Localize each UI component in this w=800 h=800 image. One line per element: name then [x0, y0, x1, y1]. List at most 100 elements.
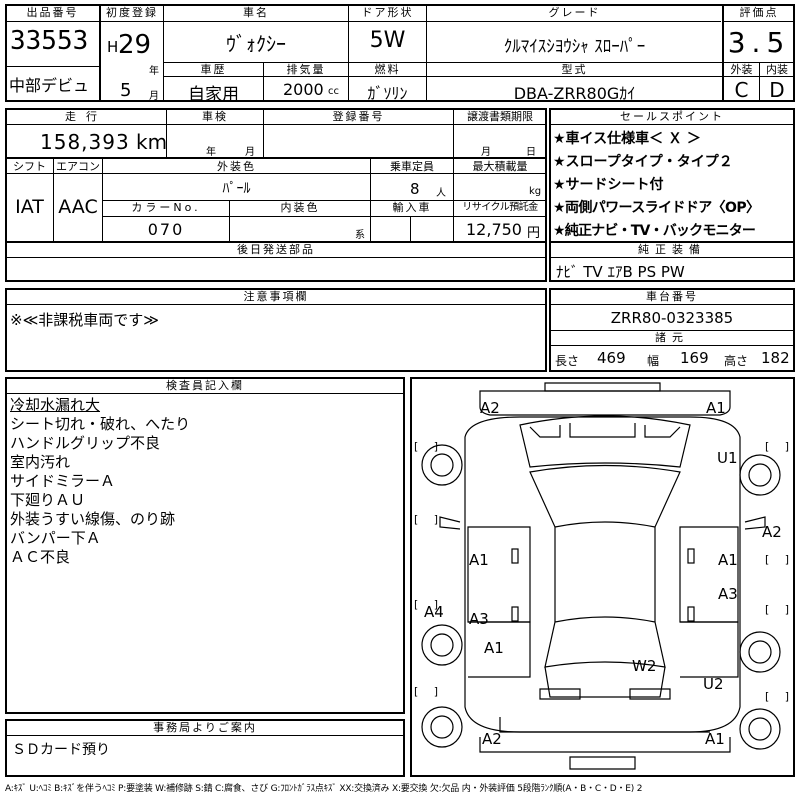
list-item: 外装うすい線傷、のり跡 — [10, 510, 176, 528]
exterior-color-label: 外装色 — [217, 160, 256, 173]
import-label: 輸入車 — [392, 201, 432, 214]
damage-mark: A3 — [718, 585, 738, 603]
damage-mark: A1 — [484, 639, 504, 657]
later-parts-label: 後日発送部品 — [237, 243, 315, 256]
damage-mark: A2 — [482, 730, 502, 748]
recycle-label: リサイクル預託金 — [462, 202, 538, 213]
bracket-right-bottom: [ ] — [765, 690, 796, 703]
int-grade: D — [769, 78, 785, 102]
damage-mark: A1 — [469, 551, 489, 569]
list-item: 室内汚れ — [10, 453, 71, 471]
length: 469 — [597, 349, 626, 367]
divider — [6, 304, 546, 305]
lot-no: 33553 — [10, 26, 89, 56]
month-unit: 月 — [149, 91, 159, 102]
color-no-label: カラーNo. — [131, 201, 201, 214]
reg-no-label: 登録番号 — [332, 110, 385, 123]
year-unit: 年 — [149, 66, 159, 77]
damage-mark: A4 — [424, 603, 444, 621]
divider — [410, 216, 411, 241]
equipment: ﾅﾋﾞ TV ｴｱB PS PW — [556, 263, 685, 281]
list-item: ★車イス仕様車＜ Ｘ ＞ — [553, 131, 701, 147]
car-diagram — [421, 382, 781, 770]
list-item: ＡＣ不良 — [10, 548, 71, 566]
divider — [6, 124, 546, 125]
caution-label: 注意事項欄 — [243, 290, 309, 303]
width-label: 幅 — [647, 354, 660, 368]
inspection-label: 車検 — [202, 110, 228, 123]
score-label: 評価点 — [739, 6, 779, 19]
damage-mark: A2 — [762, 523, 782, 541]
shift-label: シフト — [13, 160, 46, 173]
dims-label: 諸元 — [655, 331, 689, 344]
car-name: ｳﾞｫｸｼｰ — [226, 32, 286, 56]
damage-mark: W2 — [632, 657, 657, 675]
history: 自家用 — [188, 85, 239, 105]
damage-mark: A1 — [706, 399, 726, 417]
sales-points-label: セールスポイント — [620, 110, 724, 123]
sales-points-list: ★車イス仕様車＜ Ｘ ＞ ★スロープタイプ・タイプ２ ★サードシート付 ★両側パ… — [553, 128, 793, 243]
list-item: ★純正ナビ・TV・バックモニター — [553, 223, 756, 239]
list-item: ★両側パワースライドドア〈OP〉 — [553, 200, 760, 216]
damage-mark: U1 — [717, 449, 738, 467]
displacement-label: 排気量 — [286, 63, 326, 76]
height: 182 — [761, 349, 790, 367]
height-label: 高さ — [724, 354, 749, 368]
divider — [550, 257, 794, 258]
list-item: バンパー下Ａ — [10, 529, 101, 547]
interior-color-unit: 系 — [355, 230, 365, 241]
ext-grade: C — [734, 78, 749, 102]
length-label: 長さ — [555, 354, 580, 368]
grade: ｸﾙﾏｲｽｼﾖｳｼｬ ｽﾛｰﾊﾟｰ — [503, 37, 646, 57]
inspector-notes: 冷却水漏れ大 シート切れ・破れ、へたり ハンドルグリップ不良 室内汚れ サイドミ… — [10, 396, 400, 567]
insp-month-unit: 月 — [245, 147, 255, 158]
legend-footer: A:ｷｽﾞ U:ﾍｺﾐ B:ｷｽﾞを伴うﾍｺﾐ P:要塗装 W:補修跡 S:錆 … — [5, 784, 643, 794]
history-label: 車歴 — [200, 63, 227, 76]
transfer-day-unit: 日 — [526, 147, 536, 158]
first-reg-label: 初度登録 — [106, 6, 158, 19]
divider — [102, 216, 546, 217]
damage-mark: U2 — [703, 675, 724, 693]
era: H — [107, 38, 119, 56]
bracket-right-low: [ ] — [765, 603, 796, 616]
bracket-right-mid: [ ] — [765, 553, 796, 566]
fuel: ｶﾞｿﾘﾝ — [367, 84, 408, 103]
damage-mark: A1 — [705, 730, 725, 748]
divider — [6, 66, 99, 67]
list-item: 下廻りＡＵ — [10, 491, 86, 509]
divider — [6, 735, 404, 736]
debut-label: 中部デビュ — [9, 76, 90, 95]
recycle-unit: 円 — [527, 226, 541, 241]
reg-year: 29 — [118, 30, 152, 60]
grade-label: グレード — [548, 6, 601, 19]
divider — [550, 345, 794, 346]
inspector-label: 検査員記入欄 — [166, 379, 244, 392]
bracket-left-bottom: [ ] — [414, 685, 445, 698]
ac: AAC — [58, 196, 98, 218]
divider — [6, 257, 546, 258]
fuel-label: 燃料 — [374, 63, 401, 76]
interior-color-label: 内装色 — [280, 201, 320, 214]
list-item: ★スロープタイプ・タイプ２ — [553, 154, 733, 170]
color-no: 070 — [147, 220, 185, 239]
list-item: ハンドルグリップ不良 — [10, 434, 161, 452]
transfer-label: 譲渡書類期限 — [467, 110, 533, 123]
list-item: サイドミラーＡ — [10, 472, 116, 490]
damage-mark: A3 — [469, 610, 489, 628]
model: DBA-ZRR80Gｶｲ — [513, 84, 636, 103]
divider — [550, 124, 794, 125]
damage-mark: A2 — [480, 399, 500, 417]
model-label: 型式 — [561, 63, 588, 76]
score: 3.5 — [727, 26, 791, 59]
list-item: シート切れ・破れ、へたり — [10, 415, 191, 433]
list-item: 冷却水漏れ大 — [10, 396, 101, 414]
door-label: ドア形状 — [361, 6, 414, 19]
chassis-number: ZRR80-0323385 — [610, 309, 734, 327]
width: 169 — [680, 349, 709, 367]
insp-year-unit: 年 — [206, 147, 216, 158]
office-label: 事務局よりご案内 — [153, 721, 257, 734]
exterior-color: ﾊﾟｰﾙ — [222, 181, 251, 197]
bracket-left-top: [ ] — [414, 440, 445, 453]
bracket-left-mid: [ ] — [414, 513, 445, 526]
max-load-unit: kg — [529, 186, 542, 197]
